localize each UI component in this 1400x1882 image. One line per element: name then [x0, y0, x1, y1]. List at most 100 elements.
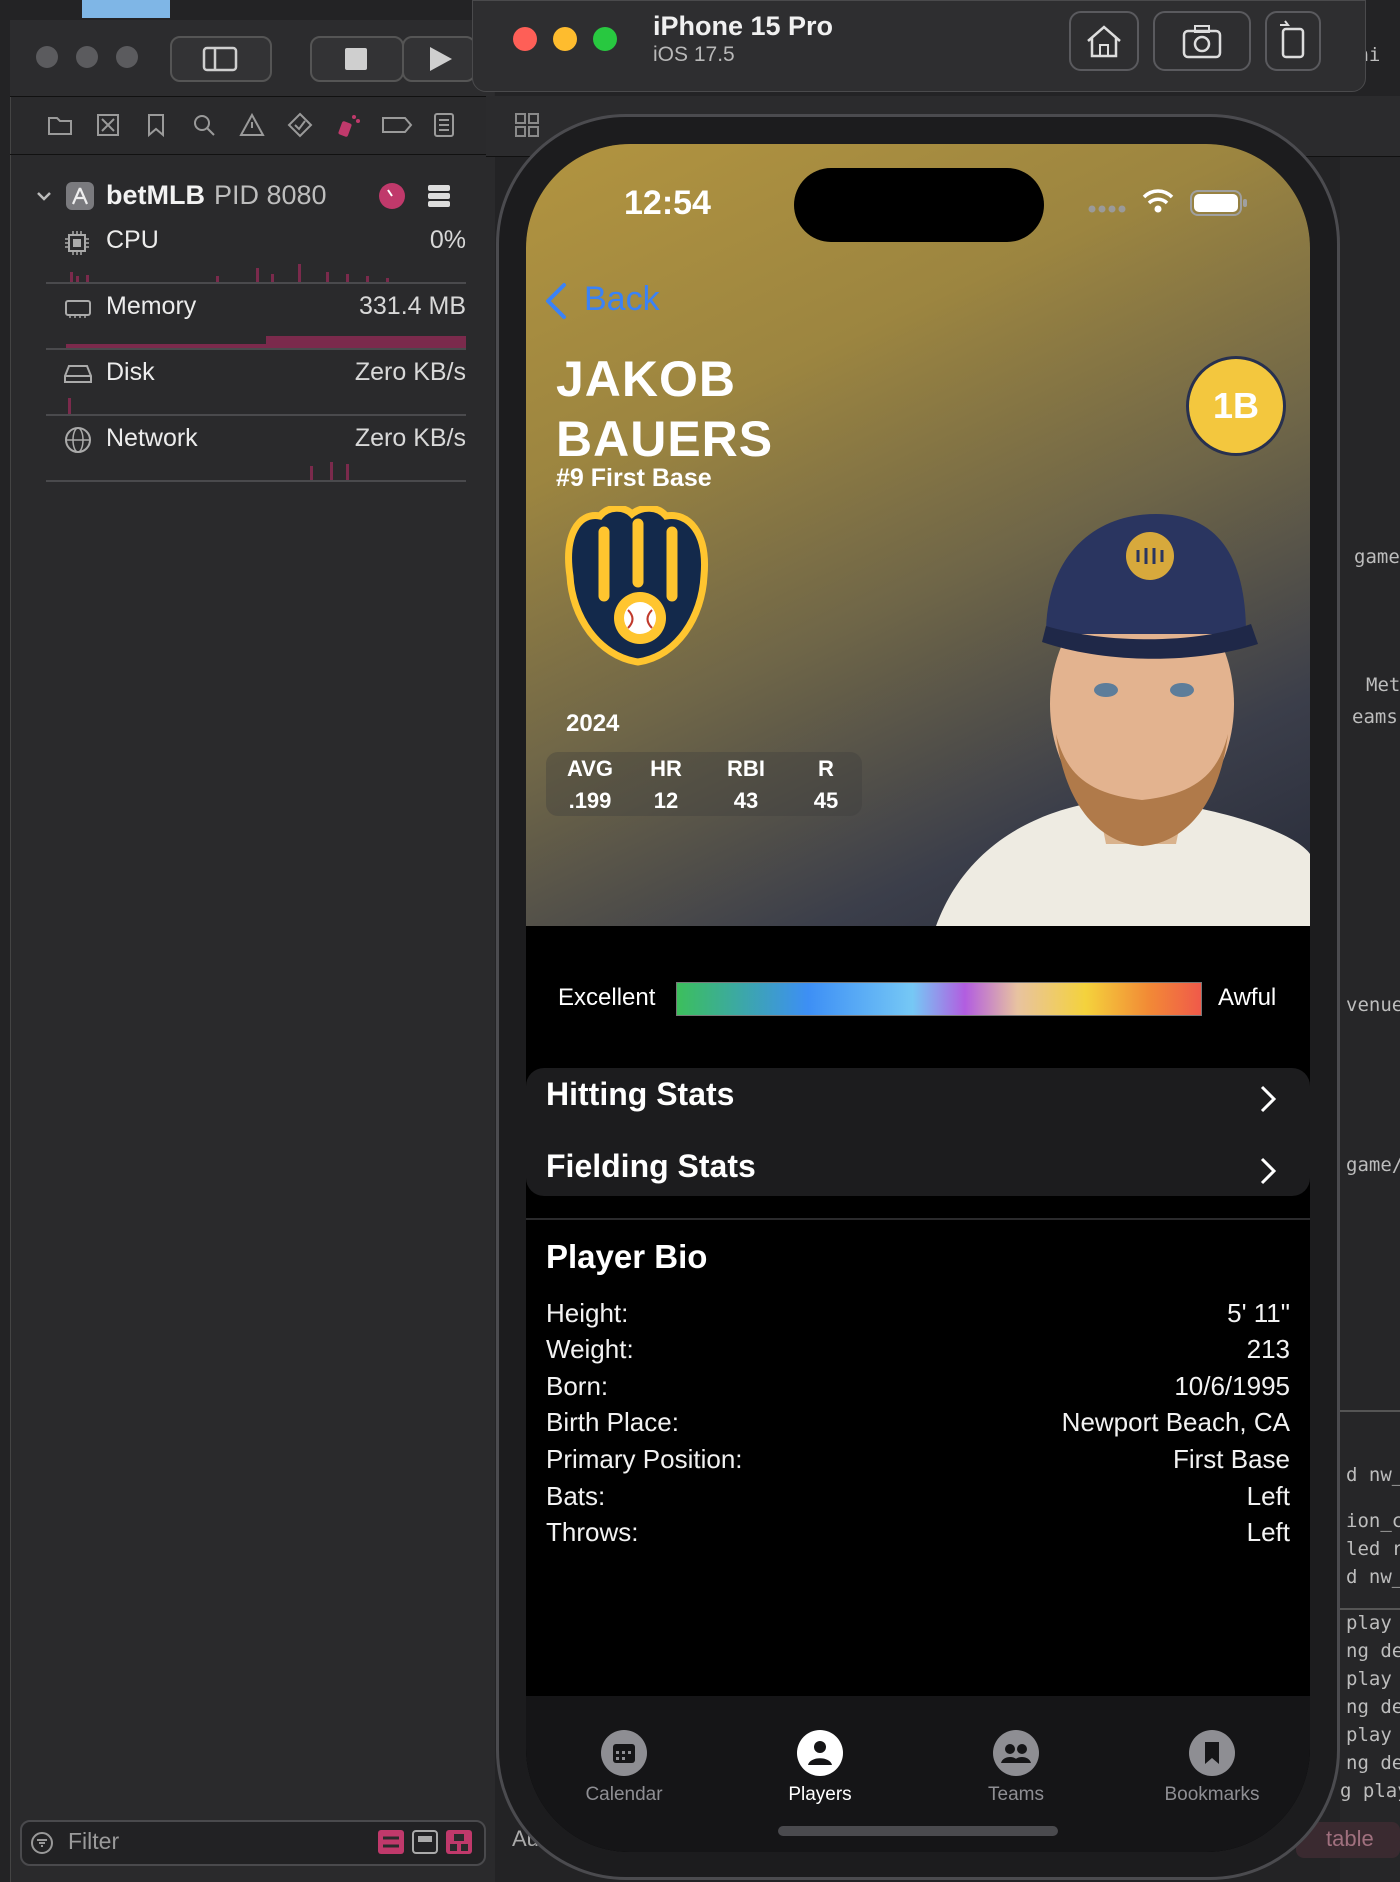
zoom-button[interactable]	[593, 27, 617, 51]
scale-right-label: Awful	[1218, 984, 1277, 1011]
player-subtitle: #9 First Base	[556, 464, 712, 492]
tab-label: Bookmarks	[1164, 1784, 1260, 1805]
gauge-label: CPU	[106, 226, 159, 254]
tab-players[interactable]: Players	[740, 1730, 900, 1806]
player-last-name: BAUERS	[556, 411, 774, 467]
close-button[interactable]	[513, 27, 537, 51]
stat-header: R	[818, 756, 834, 781]
folder-icon[interactable]	[47, 112, 73, 138]
warning-icon[interactable]	[239, 112, 265, 138]
phone-screen: 12:54 Back JAKOB BAUERS #9 First Base 1B…	[526, 144, 1310, 1852]
gauge-disk[interactable]: Disk Zero KB/s	[46, 354, 466, 420]
chevron-down-icon[interactable]	[36, 188, 52, 204]
gauge-icon[interactable]	[378, 182, 406, 210]
filter-option-icon[interactable]	[446, 1830, 472, 1854]
bio-row: Born: 10/6/1995	[546, 1371, 1290, 1407]
code-fragment: Met	[1366, 674, 1400, 696]
back-button[interactable]: Back	[544, 276, 704, 324]
home-button[interactable]	[1069, 11, 1139, 71]
window-minimize-button[interactable]	[76, 46, 98, 68]
bio-key: Primary Position:	[546, 1444, 743, 1474]
editor-badge-label: table	[1326, 1826, 1374, 1851]
gauge-network[interactable]: Network Zero KB/s	[46, 420, 466, 486]
stop-button[interactable]	[310, 36, 404, 82]
globe-icon	[65, 427, 91, 453]
gauge-value: 331.4 MB	[358, 292, 466, 320]
cpu-sparkline	[70, 264, 389, 282]
source-control-icon[interactable]	[95, 112, 121, 138]
filter-option-icon[interactable]	[412, 1830, 438, 1854]
tab-label: Players	[788, 1784, 852, 1805]
screenshot-button[interactable]	[1153, 11, 1251, 71]
window-close-button[interactable]	[36, 46, 58, 68]
divider	[46, 414, 466, 416]
gauge-label: Memory	[106, 292, 197, 320]
fielding-stats-link[interactable]: Fielding Stats	[526, 1132, 1310, 1196]
disk-icon	[64, 365, 92, 383]
report-icon[interactable]	[431, 112, 457, 138]
calendar-icon	[601, 1730, 647, 1776]
stat-value: 12	[653, 788, 679, 813]
bio-row: Throws: Left	[546, 1517, 1290, 1553]
gauge-memory[interactable]: Memory 331.4 MB	[46, 288, 466, 354]
breakpoint-icon[interactable]	[381, 112, 413, 138]
app-icon	[66, 182, 94, 210]
filter-field[interactable]: Filter	[20, 1820, 486, 1866]
code-fragment: ng de	[1346, 1752, 1400, 1774]
process-name: betMLB	[106, 180, 205, 210]
divider	[1340, 1608, 1400, 1610]
code-fragment: ng de	[1346, 1640, 1400, 1662]
rotate-icon	[1280, 20, 1305, 59]
gauge-value: 0%	[429, 226, 466, 254]
memory-icon	[65, 300, 91, 318]
list-icon[interactable]	[426, 182, 452, 210]
simulator-os-version: iOS 17.5	[653, 43, 735, 66]
stat-value: .199	[568, 788, 612, 813]
search-icon[interactable]	[191, 112, 217, 138]
link-label: Fielding Stats	[546, 1148, 756, 1184]
grid-icon[interactable]	[514, 112, 540, 138]
run-button[interactable]	[402, 36, 476, 82]
code-fragment: led r	[1346, 1538, 1400, 1560]
tab-teams[interactable]: Teams	[936, 1730, 1096, 1806]
person-icon	[797, 1730, 843, 1776]
code-fragment: eams	[1352, 706, 1398, 728]
tab-calendar[interactable]: Calendar	[544, 1730, 704, 1806]
stat-value: 45	[813, 788, 839, 813]
bio-key: Height:	[546, 1298, 629, 1328]
player-first-name: JAKOB	[556, 351, 737, 407]
player-hero-card: 12:54 Back JAKOB BAUERS #9 First Base 1B…	[526, 144, 1310, 926]
test-icon[interactable]	[287, 112, 313, 138]
divider	[46, 480, 466, 482]
debug-spray-icon[interactable]	[335, 112, 361, 138]
simulator-title-bar: iPhone 15 Pro iOS 17.5	[472, 0, 1366, 92]
hitting-stats-link[interactable]: Hitting Stats	[526, 1068, 1310, 1132]
stat-header: RBI	[727, 756, 765, 781]
bio-row: Height: 5' 11"	[546, 1298, 1290, 1334]
chevron-right-icon	[1260, 1085, 1277, 1113]
stats-links-group: Hitting Stats Fielding Stats	[526, 1068, 1310, 1196]
filter-option-icon[interactable]	[378, 1830, 404, 1854]
status-time: 12:54	[624, 184, 711, 222]
player-photo	[936, 514, 1310, 926]
bio-value: First Base	[1172, 1444, 1290, 1474]
tab-bookmarks[interactable]: Bookmarks	[1132, 1730, 1292, 1806]
chevron-right-icon	[1260, 1157, 1277, 1185]
process-row[interactable]: betMLB PID 8080	[30, 178, 480, 214]
process-pid: PID 8080	[214, 180, 327, 210]
stat-header: AVG	[566, 756, 614, 781]
bio-row: Birth Place: Newport Beach, CA	[546, 1407, 1290, 1443]
rotate-button[interactable]	[1265, 11, 1321, 71]
sidebar-toggle-button[interactable]	[170, 36, 272, 82]
gauge-cpu[interactable]: CPU 0%	[46, 222, 466, 288]
window-zoom-button[interactable]	[116, 46, 138, 68]
minimize-button[interactable]	[553, 27, 577, 51]
bookmark-nav-icon[interactable]	[143, 112, 169, 138]
bio-key: Bats:	[546, 1481, 606, 1511]
sidebar-icon	[202, 46, 238, 72]
bio-key: Throws:	[546, 1517, 639, 1547]
bio-title: Player Bio	[546, 1238, 708, 1275]
home-indicator[interactable]	[778, 1826, 1058, 1836]
signal-dots-icon	[1088, 205, 1126, 213]
simulator-device-name: iPhone 15 Pro	[653, 11, 834, 41]
